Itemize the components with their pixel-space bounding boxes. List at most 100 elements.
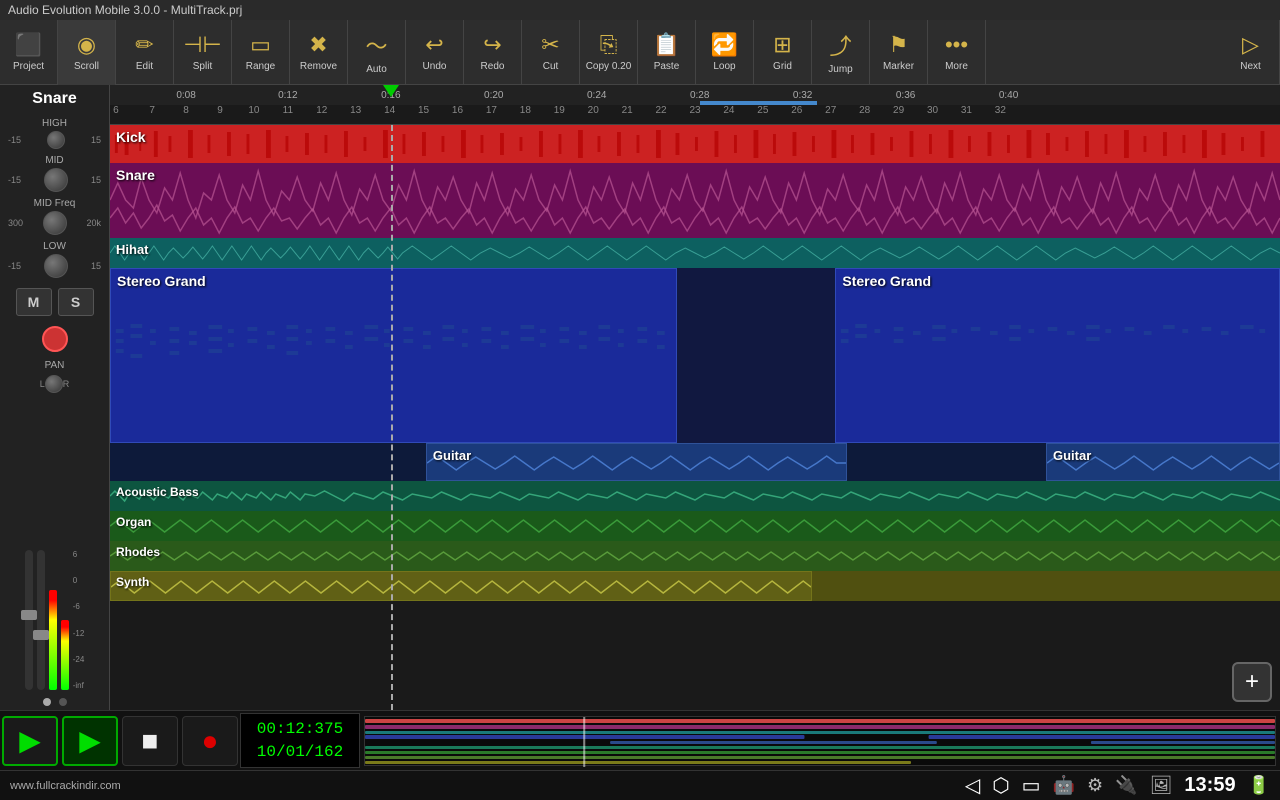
- toolbar-remove[interactable]: ✖ Remove: [290, 20, 348, 85]
- meter-bar-2: [61, 620, 69, 690]
- track-content-stereo[interactable]: Stereo Grand: [110, 268, 1280, 443]
- time-036: 0:36: [896, 90, 915, 101]
- paste-icon: 📋: [653, 32, 680, 58]
- eq-high-range: -15 15: [8, 129, 101, 151]
- play2-button[interactable]: ▶: [62, 716, 118, 766]
- settings-icon: ⚙: [1087, 775, 1103, 796]
- toolbar-paste[interactable]: 📋 Paste: [638, 20, 696, 85]
- toolbar-undo[interactable]: ↩ Undo: [406, 20, 464, 85]
- edit-icon: ✏: [135, 32, 153, 58]
- toolbar-auto[interactable]: 〜 Auto: [348, 20, 406, 85]
- guitar-clip-2[interactable]: Guitar: [1046, 443, 1280, 481]
- page-dots: [43, 694, 67, 710]
- stop-button[interactable]: ■: [122, 716, 178, 766]
- dot-2[interactable]: [59, 698, 67, 706]
- snare-track-label: Snare: [116, 167, 155, 183]
- fader-thumb-2[interactable]: [33, 630, 49, 640]
- toolbar-grid[interactable]: ⊞ Grid: [754, 20, 812, 85]
- db-labels: 6 0 -6 -12 -24 -inf: [73, 550, 85, 690]
- track-row-snare: Snare: [110, 163, 1280, 238]
- eq-midfreq-knob[interactable]: [43, 209, 67, 237]
- track-content-snare[interactable]: Snare: [110, 163, 1280, 238]
- eq-mid-knob[interactable]: [44, 166, 68, 194]
- split-label: Split: [193, 61, 212, 72]
- project-label: Project: [13, 61, 44, 72]
- toolbar-more[interactable]: ••• More: [928, 20, 986, 85]
- home-icon[interactable]: ⬡: [992, 773, 1009, 798]
- num-13: 13: [350, 105, 361, 116]
- toolbar-project[interactable]: ⬛ Project: [0, 20, 58, 85]
- more-label: More: [945, 61, 968, 72]
- recents-icon[interactable]: ▭: [1022, 773, 1041, 798]
- rhodes-waveform: [110, 541, 1280, 571]
- toolbar-split[interactable]: ⊣⊢ Split: [174, 20, 232, 85]
- clock: 13:59: [1184, 774, 1235, 797]
- track-row-kick: Kick: [110, 125, 1280, 163]
- db-label-neg6: -6: [73, 602, 85, 611]
- num-10: 10: [248, 105, 259, 116]
- fader-thumb-1[interactable]: [21, 610, 37, 620]
- toolbar-loop[interactable]: 🔁 Loop: [696, 20, 754, 85]
- record-button[interactable]: ●: [182, 716, 238, 766]
- statusbar: www.fullcrackindir.com ◁ ⬡ ▭ 🤖 ⚙ 🔌 🖼 13:…: [0, 770, 1280, 800]
- track-content-kick[interactable]: Kick: [110, 125, 1280, 163]
- toolbar-next[interactable]: ▷ Next: [1222, 20, 1280, 85]
- auto-icon: 〜: [365, 29, 387, 61]
- track-row-synth: Synth: [110, 571, 1280, 601]
- selected-track-name: Snare: [32, 90, 76, 108]
- add-track-button[interactable]: +: [1232, 662, 1272, 702]
- organ-track-label: Organ: [116, 515, 151, 529]
- mute-button[interactable]: M: [16, 288, 52, 316]
- time-020: 0:20: [484, 90, 503, 101]
- eq-low-knob[interactable]: [44, 252, 68, 280]
- fader-track-1[interactable]: [25, 550, 33, 690]
- track-row-stereo: Stereo Grand: [110, 268, 1280, 443]
- toolbar-range[interactable]: ▭ Range: [232, 20, 290, 85]
- track-row-hihat: Hihat: [110, 238, 1280, 268]
- time-008: 0:08: [176, 90, 195, 101]
- solo-button[interactable]: S: [58, 288, 94, 316]
- pan-label: PAN: [45, 360, 65, 371]
- toolbar-edit[interactable]: ✏ Edit: [116, 20, 174, 85]
- guitar-clip-1[interactable]: Guitar: [426, 443, 847, 481]
- toolbar-redo[interactable]: ↪ Redo: [464, 20, 522, 85]
- play2-icon: ▶: [79, 724, 101, 757]
- num-22: 22: [656, 105, 667, 116]
- toolbar-scroll[interactable]: ◉ Scroll: [58, 20, 116, 85]
- toolbar-cut[interactable]: ✂ Cut: [522, 20, 580, 85]
- track-content-hihat[interactable]: Hihat: [110, 238, 1280, 268]
- time-040: 0:40: [999, 90, 1018, 101]
- track-content-rhodes[interactable]: Rhodes: [110, 541, 1280, 571]
- stop-icon: ■: [142, 725, 159, 757]
- num-21: 21: [622, 105, 633, 116]
- pan-right-label: R: [63, 379, 70, 389]
- eq-midfreq-high: 20k: [86, 218, 101, 228]
- kick-track-label: Kick: [116, 129, 146, 145]
- eq-midfreq-label: MID Freq: [8, 198, 101, 209]
- db-label-neg24: -24: [73, 655, 85, 664]
- play-button[interactable]: ▶: [2, 716, 58, 766]
- toolbar-copy[interactable]: ⎘ Copy 0.20: [580, 20, 638, 85]
- record-arm-button[interactable]: [42, 326, 68, 352]
- tracks-scroll: Kick: [110, 125, 1280, 710]
- track-content-bass[interactable]: Acoustic Bass: [110, 481, 1280, 511]
- toolbar-marker[interactable]: ⚑ Marker: [870, 20, 928, 85]
- back-icon[interactable]: ◁: [965, 773, 980, 798]
- fader-track-2[interactable]: [37, 550, 45, 690]
- eq-midfreq-range: 300 20k: [8, 209, 101, 237]
- next-icon: ▷: [1242, 32, 1259, 58]
- num-11: 11: [283, 105, 293, 116]
- track-content-synth[interactable]: Synth: [110, 571, 1280, 601]
- stereo-clip-2[interactable]: Stereo Grand: [835, 268, 1280, 443]
- num-25: 25: [757, 105, 768, 116]
- toolbar-jump[interactable]: ⤴ Jump: [812, 20, 870, 85]
- synth-clip[interactable]: [110, 571, 812, 601]
- stereo-clip-1[interactable]: Stereo Grand: [110, 268, 677, 443]
- track-content-organ[interactable]: Organ: [110, 511, 1280, 541]
- undo-icon: ↩: [425, 32, 443, 58]
- dot-1[interactable]: [43, 698, 51, 706]
- pan-knob[interactable]: [45, 375, 63, 393]
- track-content-guitar[interactable]: Guitar Guitar: [110, 443, 1280, 481]
- num-31: 31: [961, 105, 972, 116]
- stereo-clip-1-midi: [111, 269, 676, 443]
